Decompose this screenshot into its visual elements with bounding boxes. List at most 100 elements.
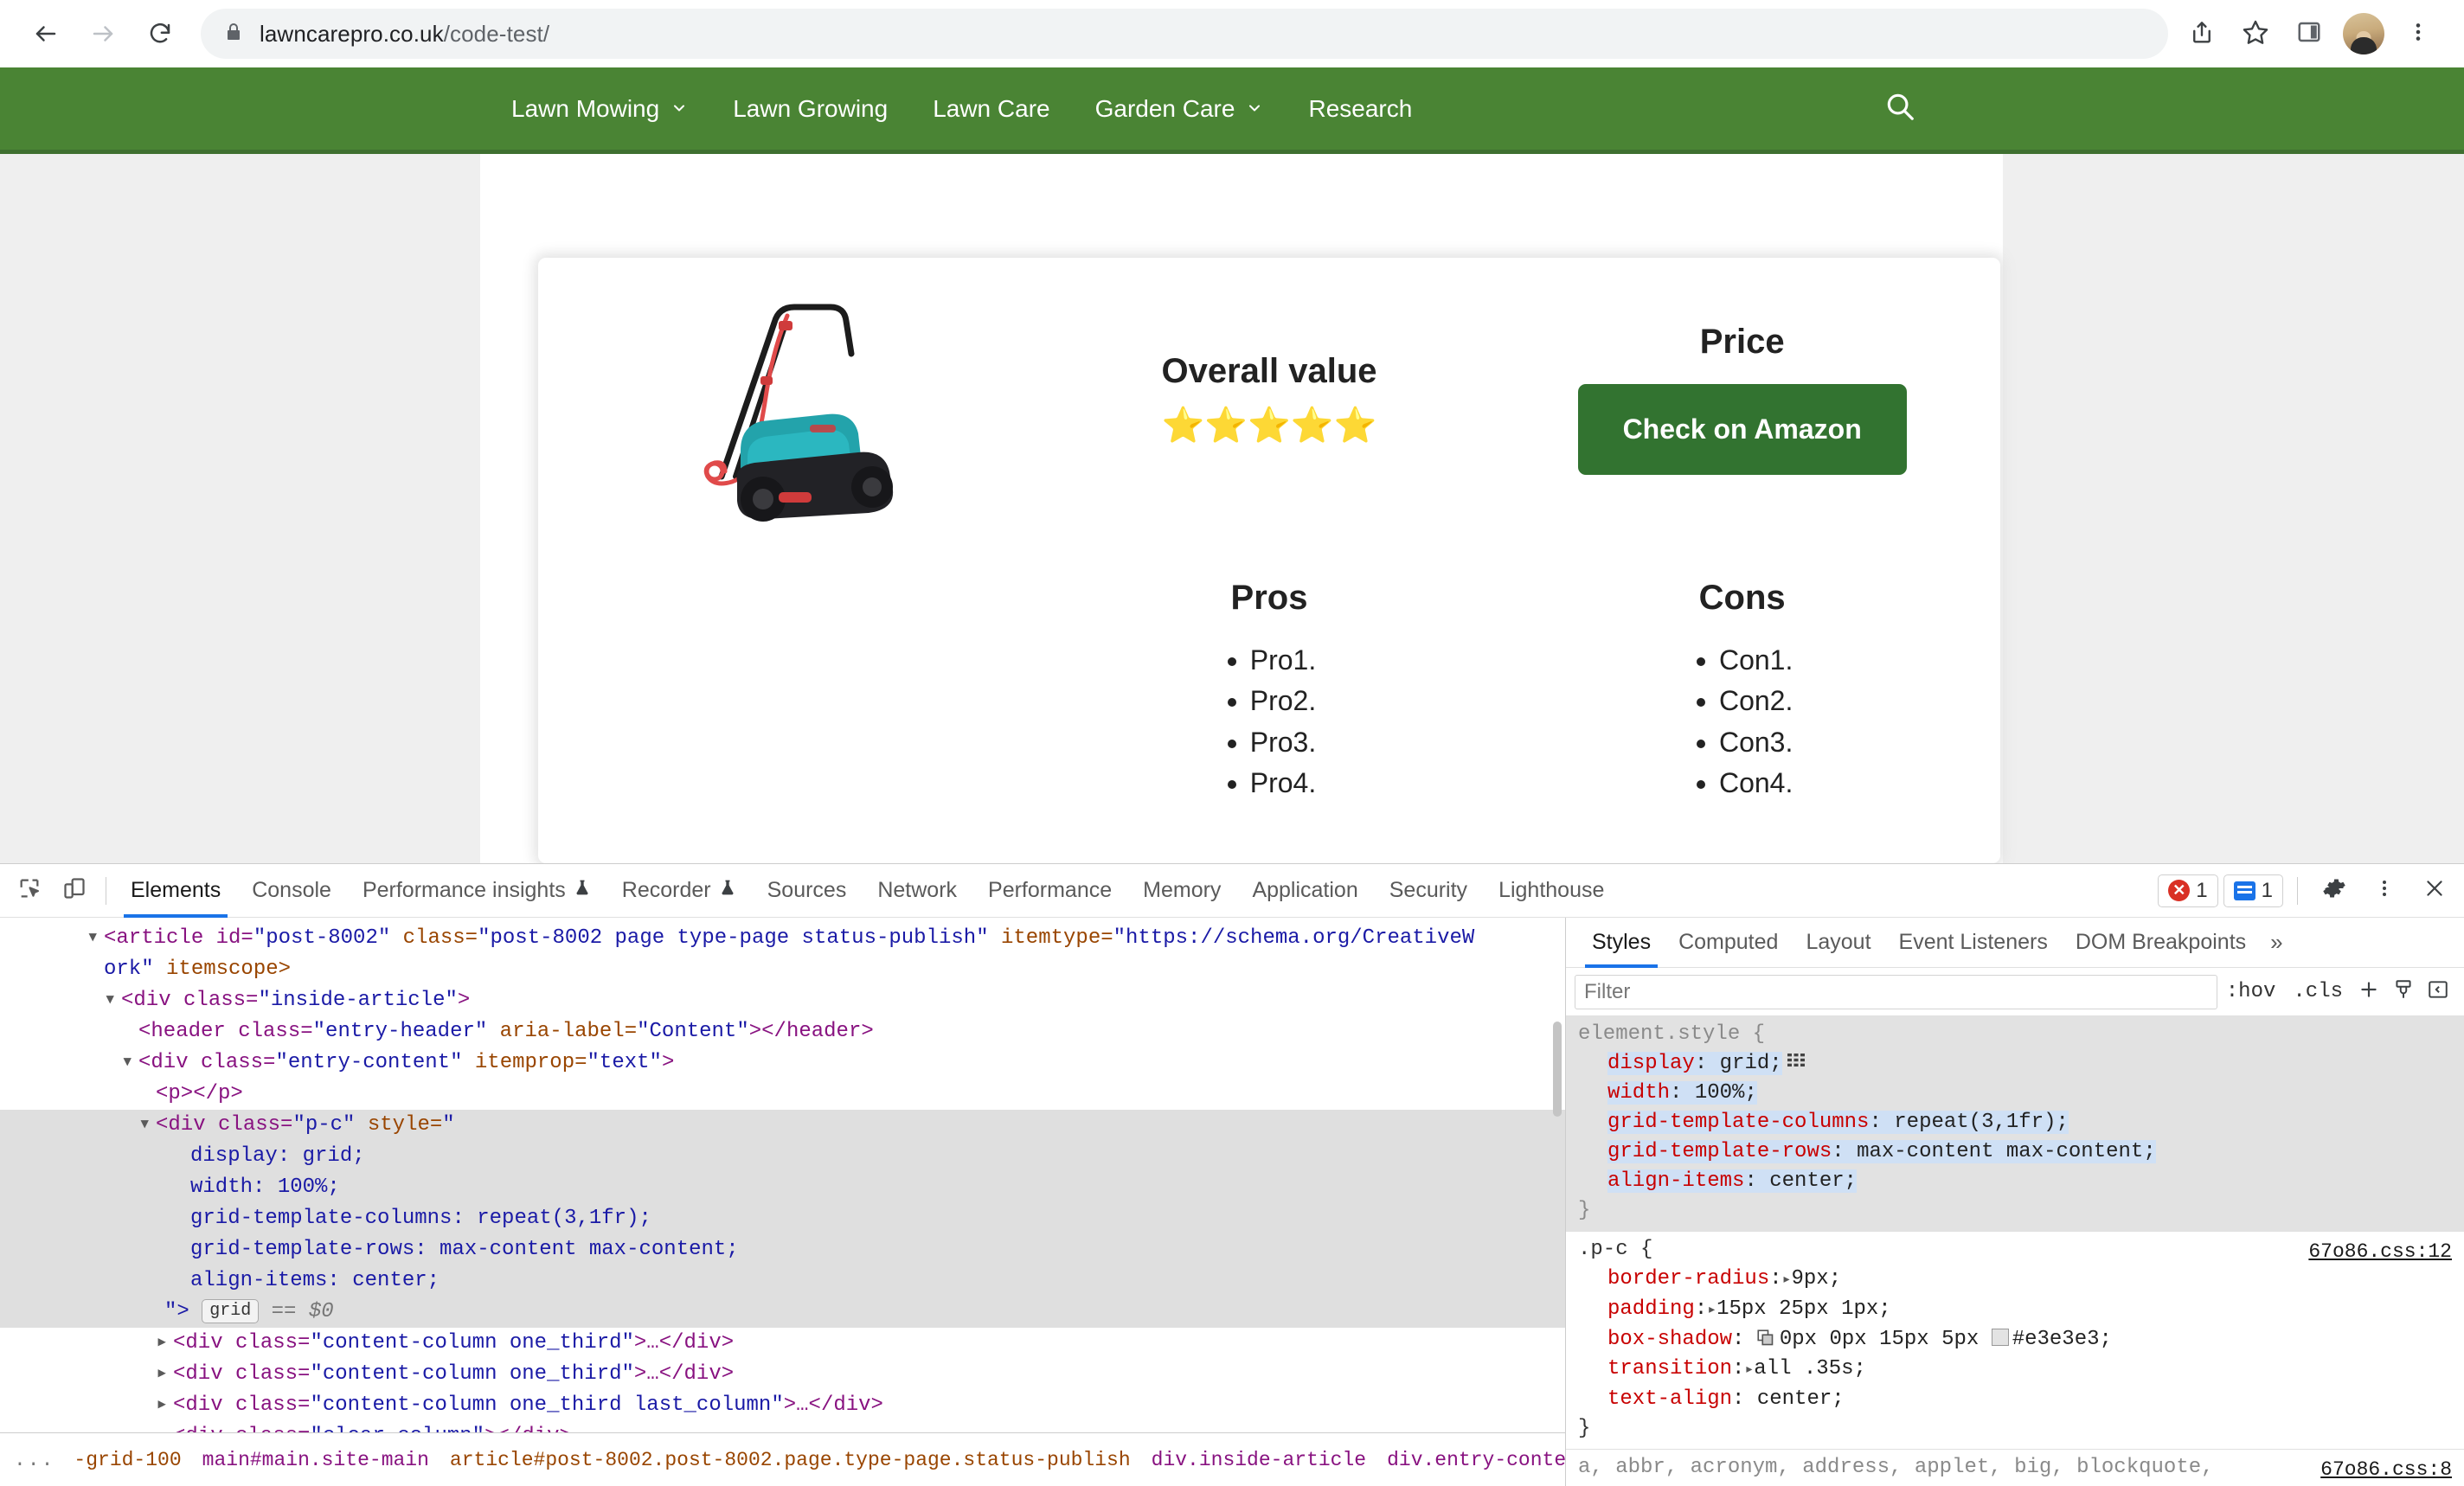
declaration-width[interactable]: width: 100%; — [1578, 1079, 2452, 1108]
gear-icon — [2322, 876, 2346, 905]
share-button[interactable] — [2177, 9, 2227, 59]
tab-elements[interactable]: Elements — [115, 864, 236, 918]
expand-triangle-icon[interactable]: ▸ — [1707, 1302, 1716, 1319]
dom-node-article[interactable]: ▾ <article id="post-8002" class="post-800… — [0, 923, 1565, 954]
tab-sources[interactable]: Sources — [752, 864, 863, 918]
breadcrumb-item[interactable]: -grid-100 — [63, 1439, 191, 1481]
dom-node-entry-header[interactable]: <header class="entry-header" aria-label=… — [0, 1016, 1565, 1047]
declaration-transition[interactable]: transition:▸all .35s; — [1578, 1355, 2452, 1385]
tab-layout[interactable]: Layout — [1792, 918, 1884, 968]
tab-label: Computed — [1678, 930, 1779, 954]
shadow-editor-icon[interactable] — [1757, 1328, 1776, 1347]
tab-network[interactable]: Network — [862, 864, 972, 918]
tab-recorder[interactable]: Recorder — [606, 864, 752, 918]
dom-tree-scrollbar[interactable] — [1553, 1022, 1562, 1117]
rule-source-link[interactable]: 67o86.css:8 — [2320, 1455, 2452, 1484]
styles-filter-input[interactable] — [1575, 974, 2217, 1009]
grid-overlay-icon[interactable] — [1787, 1052, 1806, 1071]
declaration-text-align[interactable]: text-align: center; — [1578, 1385, 2452, 1414]
declaration-align-items[interactable]: align-items: center; — [1578, 1167, 2452, 1196]
dom-node-content-column-2[interactable]: ▸ <div class="content-column one_third">…… — [0, 1359, 1565, 1390]
expand-triangle-icon[interactable]: ▸ — [1744, 1361, 1754, 1379]
devtools-close-button[interactable] — [2412, 868, 2457, 913]
dom-node-content-column-1[interactable]: ▸ <div class="content-column one_third">…… — [0, 1328, 1565, 1359]
tab-label: Sources — [767, 878, 847, 902]
dom-text: <div class= — [138, 1051, 276, 1074]
tab-performance[interactable]: Performance — [972, 864, 1127, 918]
tab-application[interactable]: Application — [1236, 864, 1373, 918]
error-count-badge[interactable]: ✕ 1 — [2158, 874, 2218, 907]
nav-item-label: Lawn Care — [933, 94, 1050, 122]
dom-tree-pane[interactable]: ▾ <article id="post-8002" class="post-800… — [0, 918, 1566, 1486]
avatar[interactable] — [2343, 13, 2384, 54]
device-toolbar-button[interactable] — [52, 868, 97, 913]
tab-dom-breakpoints[interactable]: DOM Breakpoints — [2062, 918, 2260, 968]
declaration-box-shadow[interactable]: box-shadow: 0px 0px 15px 5px #e3e3e3; — [1578, 1325, 2452, 1355]
forward-button[interactable] — [78, 9, 128, 59]
expand-triangle-icon[interactable]: ▾ — [104, 985, 121, 1016]
bookmark-button[interactable] — [2230, 9, 2281, 59]
lock-icon[interactable] — [223, 22, 244, 47]
dom-node-entry-content[interactable]: ▾ <div class="entry-content" itemprop="te… — [0, 1047, 1565, 1079]
hov-toggle-button[interactable]: :hov — [2217, 980, 2285, 1003]
dom-node-inside-article[interactable]: ▾ <div class="inside-article"> — [0, 985, 1565, 1016]
address-bar[interactable]: lawncarepro.co.uk/code-test/ — [201, 9, 2168, 59]
nav-item-research[interactable]: Research — [1286, 95, 1434, 123]
dom-node-content-column-3[interactable]: ▸ <div class="content-column one_third la… — [0, 1390, 1565, 1421]
declaration-grid-template-rows[interactable]: grid-template-rows: max-content max-cont… — [1578, 1137, 2452, 1167]
declaration-border-radius[interactable]: border-radius:▸9px; — [1578, 1265, 2452, 1295]
chevron-double-right-icon[interactable]: » — [2260, 929, 2293, 956]
color-swatch[interactable] — [1991, 1329, 2009, 1346]
nav-item-lawn-growing[interactable]: Lawn Growing — [710, 95, 910, 123]
computed-styles-button[interactable] — [2386, 975, 2421, 1009]
tab-console[interactable]: Console — [236, 864, 347, 918]
reload-button[interactable] — [135, 9, 185, 59]
tab-lighthouse[interactable]: Lighthouse — [1483, 864, 1620, 918]
inspect-element-button[interactable] — [7, 868, 52, 913]
breadcrumb-item[interactable]: main#main.site-main — [192, 1439, 440, 1481]
grid-badge[interactable]: grid — [202, 1298, 260, 1323]
devtools-more-button[interactable] — [2362, 868, 2407, 913]
navigation-buttons — [21, 9, 185, 59]
back-button[interactable] — [21, 9, 71, 59]
breadcrumb-item[interactable]: div.entry-content — [1376, 1439, 1565, 1481]
nav-item-lawn-care[interactable]: Lawn Care — [910, 95, 1072, 123]
rule-source-link[interactable]: 67o86.css:12 — [2308, 1237, 2452, 1266]
tab-event-listeners[interactable]: Event Listeners — [1885, 918, 2062, 968]
tab-memory[interactable]: Memory — [1127, 864, 1236, 918]
expand-triangle-icon[interactable]: ▾ — [138, 1110, 156, 1141]
tab-computed[interactable]: Computed — [1665, 918, 1792, 968]
expand-triangle-icon[interactable]: ▾ — [87, 923, 104, 954]
list-item: Pro3. — [1250, 722, 1316, 763]
url-path: /code-test/ — [443, 20, 550, 47]
declaration-padding[interactable]: padding:▸15px 25px 1px; — [1578, 1295, 2452, 1325]
message-count-badge[interactable]: 1 — [2223, 874, 2283, 907]
cls-toggle-button[interactable]: .cls — [2284, 980, 2352, 1003]
expand-triangle-icon[interactable]: ▾ — [121, 1047, 138, 1079]
css-property: box-shadow — [1607, 1328, 1733, 1351]
tab-styles[interactable]: Styles — [1578, 918, 1665, 968]
sidebar-toggle-button[interactable] — [2421, 975, 2455, 1009]
breadcrumb-item[interactable]: article#post-8002.post-8002.page.type-pa… — [440, 1439, 1141, 1481]
dom-text: <div class= — [173, 1362, 311, 1386]
tab-performance-insights[interactable]: Performance insights — [347, 864, 606, 918]
side-panel-button[interactable] — [2284, 9, 2334, 59]
dom-node-selected-pc[interactable]: ▾ <div class="p-c" style=" — [0, 1110, 1565, 1141]
breadcrumb-item[interactable]: div.inside-article — [1141, 1439, 1376, 1481]
devtools-settings-button[interactable] — [2312, 868, 2357, 913]
chrome-menu-button[interactable] — [2393, 9, 2443, 59]
dom-node-paragraph[interactable]: <p></p> — [0, 1079, 1565, 1110]
breadcrumb-overflow-left[interactable]: ... — [5, 1444, 63, 1476]
collapse-triangle-icon[interactable]: ▸ — [156, 1359, 173, 1390]
collapse-triangle-icon[interactable]: ▸ — [156, 1390, 173, 1421]
new-style-rule-button[interactable] — [2352, 975, 2386, 1009]
collapse-triangle-icon[interactable]: ▸ — [156, 1328, 173, 1359]
declaration-display[interactable]: display: grid; — [1578, 1049, 2452, 1079]
check-on-amazon-button[interactable]: Check on Amazon — [1577, 383, 1907, 475]
declaration-grid-template-columns[interactable]: grid-template-columns: repeat(3,1fr); — [1578, 1108, 2452, 1137]
site-search-button[interactable] — [1876, 85, 1924, 133]
tab-security[interactable]: Security — [1374, 864, 1483, 918]
expand-triangle-icon[interactable]: ▸ — [1782, 1271, 1792, 1289]
nav-item-garden-care[interactable]: Garden Care — [1073, 95, 1287, 123]
nav-item-lawn-mowing[interactable]: Lawn Mowing — [489, 95, 710, 123]
